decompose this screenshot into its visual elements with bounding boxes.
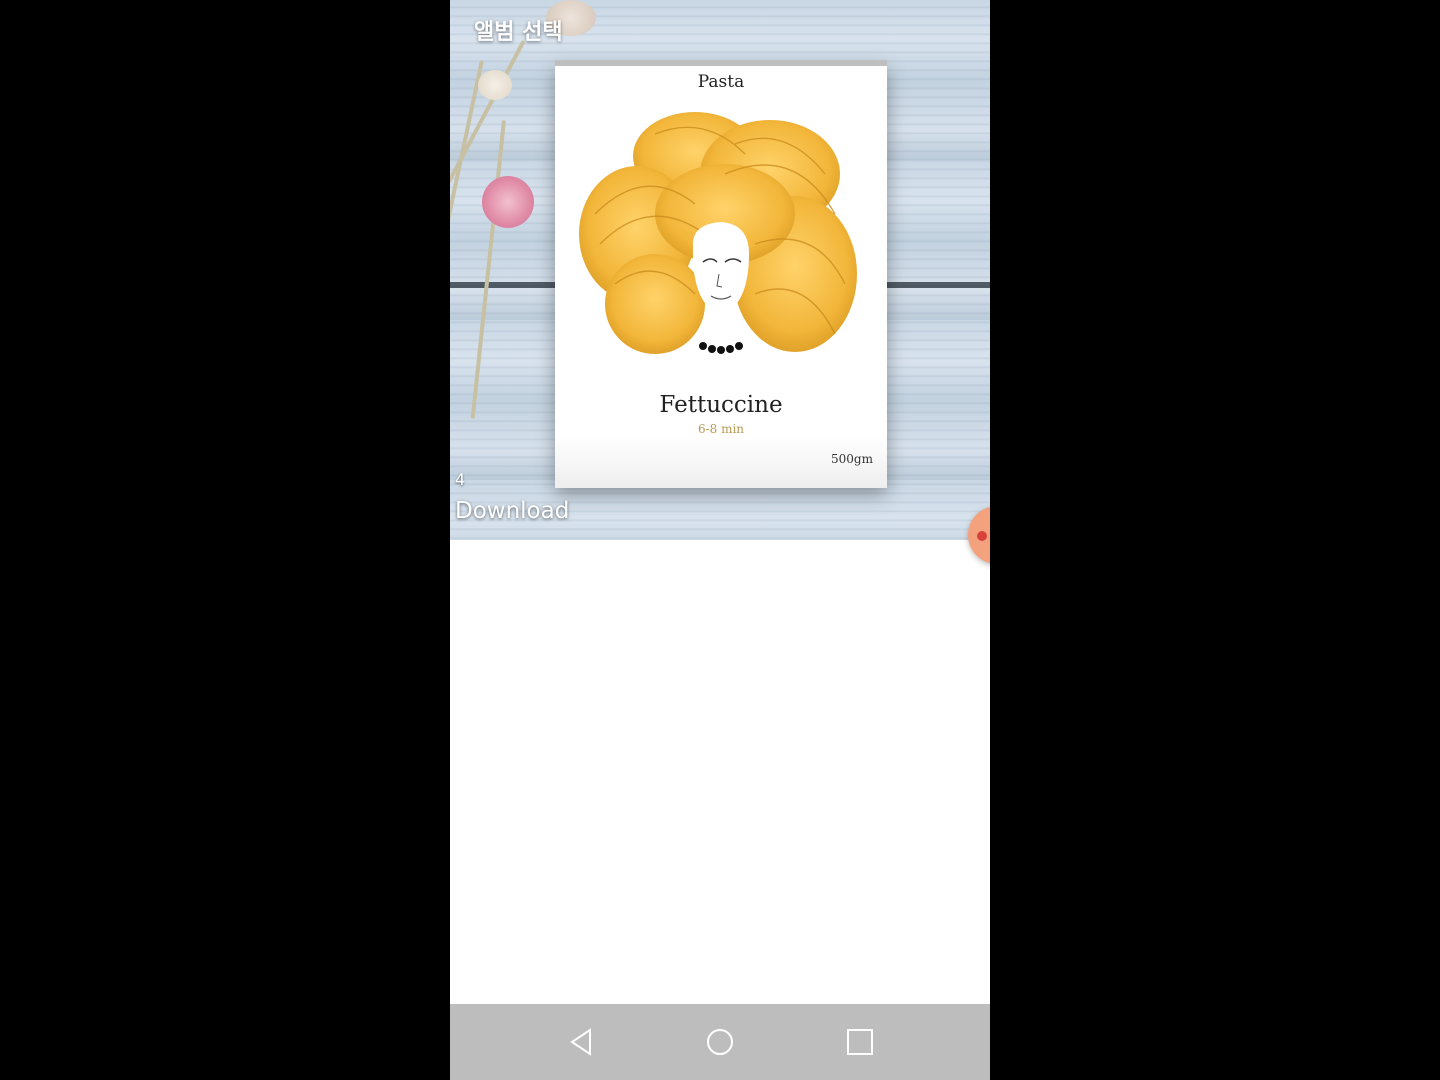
home-circle-icon: [707, 1029, 733, 1055]
pearl-necklace: [699, 342, 743, 354]
album-select-title: 앨범 선택: [474, 20, 563, 45]
pasta-brand-label: Pasta: [697, 72, 745, 92]
pink-flower: [482, 176, 534, 228]
card-top-edge: [555, 60, 887, 66]
back-button[interactable]: [562, 1022, 602, 1062]
phone-screen: 앨범 선택 Pasta Fettuccine 6-8 min 500gm 4 D…: [450, 0, 990, 1080]
album-item-count: 4: [455, 470, 466, 489]
back-triangle-icon: [570, 1028, 591, 1056]
album-name: Download: [455, 498, 570, 524]
system-navigation-bar: [450, 1004, 990, 1080]
recents-button[interactable]: [840, 1022, 880, 1062]
cook-time-label: 6-8 min: [697, 422, 745, 436]
recents-square-icon: [847, 1029, 873, 1055]
white-flower: [478, 70, 512, 100]
pasta-product-label: Fettuccine: [659, 392, 783, 418]
pasta-hair-illustration: [579, 112, 857, 354]
weight-label: 500gm: [831, 452, 873, 466]
home-button[interactable]: [700, 1022, 740, 1062]
record-dot-icon: [977, 531, 987, 541]
album-tile-download[interactable]: 앨범 선택 Pasta Fettuccine 6-8 min 500gm 4 D…: [450, 0, 990, 540]
pasta-box-image: Pasta Fettuccine 6-8 min 500gm: [555, 60, 887, 488]
